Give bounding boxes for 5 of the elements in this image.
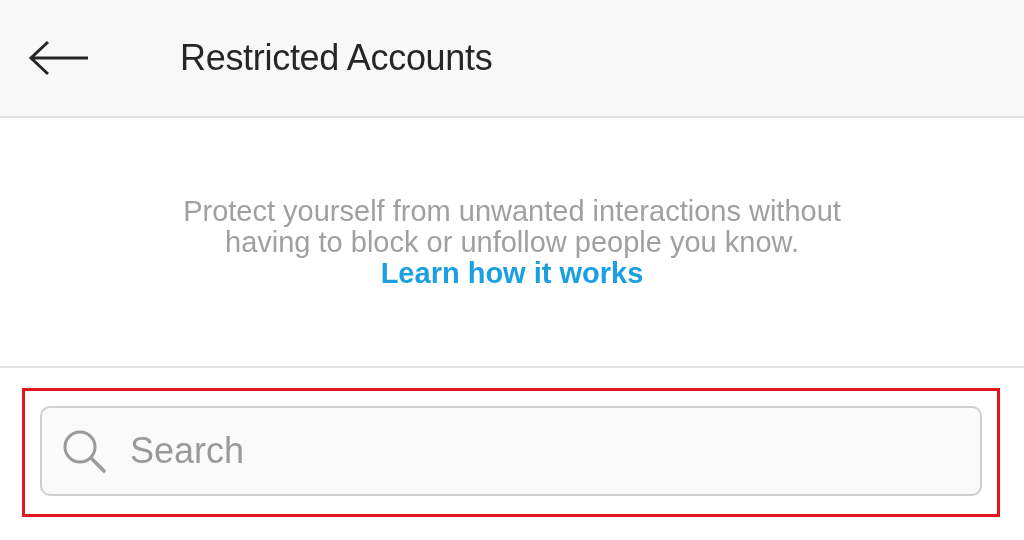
search-icon <box>62 429 106 473</box>
page-title: Restricted Accounts <box>180 37 493 79</box>
search-field[interactable]: Search <box>40 406 982 496</box>
back-arrow-icon <box>28 40 90 76</box>
description-text: Protect yourself from unwanted interactions without having to block or unfollow people you know. Learn how it works <box>182 195 842 289</box>
